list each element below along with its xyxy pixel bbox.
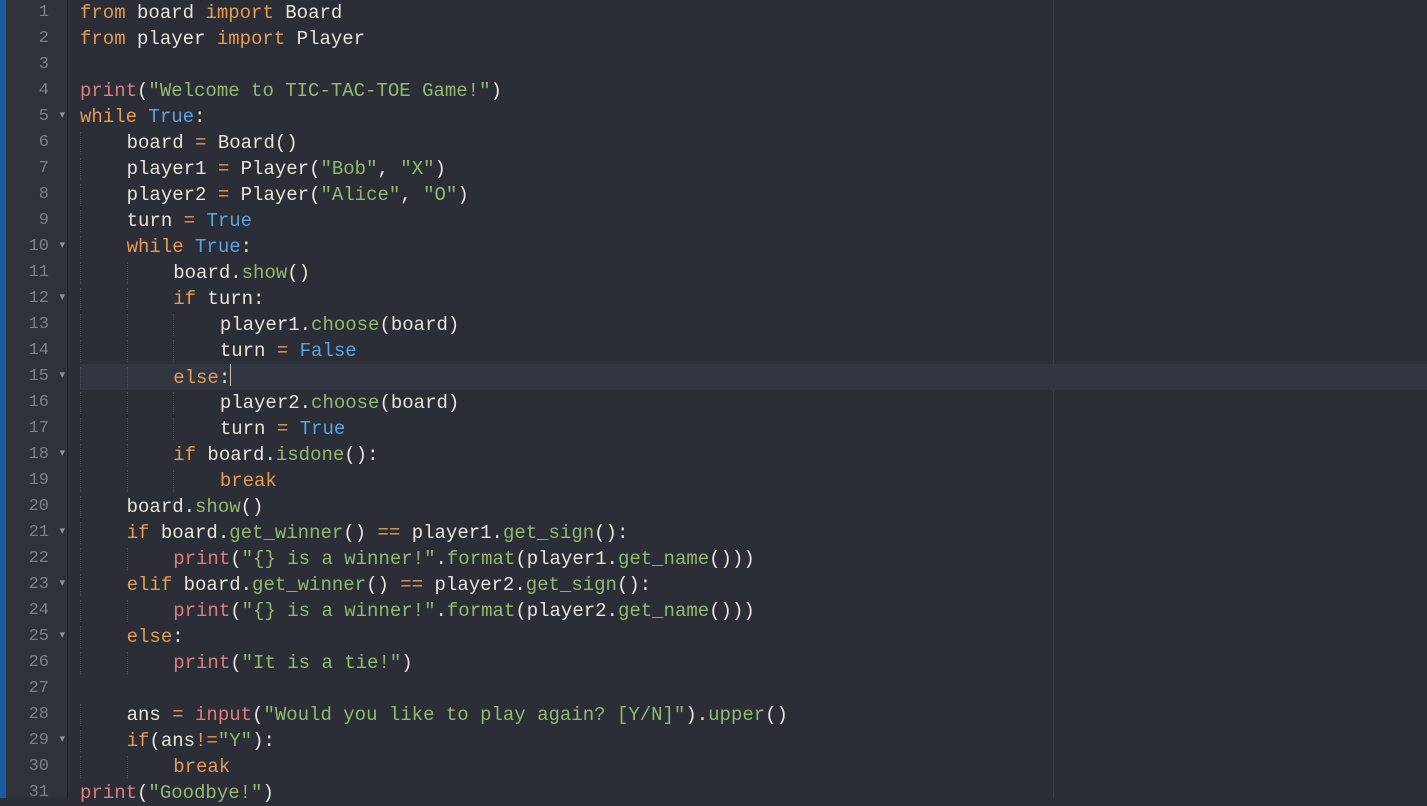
line-number[interactable]: 10▾ <box>6 234 67 260</box>
code-line[interactable]: if board.isdone(): <box>80 442 1427 468</box>
fold-chevron-icon[interactable]: ▾ <box>59 631 65 642</box>
line-number[interactable]: 22 <box>6 546 67 572</box>
line-number[interactable]: 28 <box>6 702 67 728</box>
line-number[interactable]: 11 <box>6 260 67 286</box>
code-line[interactable]: ans = input("Would you like to play agai… <box>80 702 1427 728</box>
code-line[interactable]: else: <box>80 624 1427 650</box>
line-number[interactable]: 14 <box>6 338 67 364</box>
code-line[interactable]: turn = True <box>80 416 1427 442</box>
line-number[interactable]: 24 <box>6 598 67 624</box>
line-number[interactable]: 12▾ <box>6 286 67 312</box>
code-line[interactable]: print("Goodbye!") <box>80 780 1427 806</box>
line-number[interactable]: 25▾ <box>6 624 67 650</box>
code-line[interactable]: print("{} is a winner!".format(player2.g… <box>80 598 1427 624</box>
line-number[interactable]: 6 <box>6 130 67 156</box>
line-number[interactable]: 13 <box>6 312 67 338</box>
code-line[interactable]: turn = False <box>80 338 1427 364</box>
code-line[interactable]: player1 = Player("Bob", "X") <box>80 156 1427 182</box>
code-line[interactable] <box>80 676 1427 702</box>
line-number[interactable]: 20 <box>6 494 67 520</box>
code-line[interactable]: from board import Board <box>80 0 1427 26</box>
code-line[interactable]: if turn: <box>80 286 1427 312</box>
code-line[interactable]: break <box>80 468 1427 494</box>
line-number[interactable]: 3 <box>6 52 67 78</box>
line-number[interactable]: 26 <box>6 650 67 676</box>
fold-chevron-icon[interactable]: ▾ <box>59 449 65 460</box>
line-number[interactable]: 19 <box>6 468 67 494</box>
code-line[interactable]: print("{} is a winner!".format(player1.g… <box>80 546 1427 572</box>
text-cursor <box>230 364 231 386</box>
line-number[interactable]: 7 <box>6 156 67 182</box>
code-line[interactable]: player1.choose(board) <box>80 312 1427 338</box>
code-line[interactable]: elif board.get_winner() == player2.get_s… <box>80 572 1427 598</box>
code-line[interactable]: player2.choose(board) <box>80 390 1427 416</box>
line-number[interactable]: 30 <box>6 754 67 780</box>
line-number[interactable]: 9 <box>6 208 67 234</box>
code-line[interactable]: turn = True <box>80 208 1427 234</box>
fold-chevron-icon[interactable]: ▾ <box>59 293 65 304</box>
line-number-gutter[interactable]: 12345▾678910▾1112▾131415▾161718▾192021▾2… <box>6 0 68 798</box>
fold-chevron-icon[interactable]: ▾ <box>59 579 65 590</box>
line-number[interactable]: 2 <box>6 26 67 52</box>
code-line[interactable]: board.show() <box>80 260 1427 286</box>
line-number[interactable]: 17 <box>6 416 67 442</box>
line-number[interactable]: 21▾ <box>6 520 67 546</box>
code-line[interactable]: board.show() <box>80 494 1427 520</box>
code-line[interactable]: if board.get_winner() == player1.get_sig… <box>80 520 1427 546</box>
line-number[interactable]: 8 <box>6 182 67 208</box>
code-line[interactable]: while True: <box>80 104 1427 130</box>
code-line[interactable]: player2 = Player("Alice", "O") <box>80 182 1427 208</box>
line-number[interactable]: 29▾ <box>6 728 67 754</box>
line-number[interactable]: 1 <box>6 0 67 26</box>
code-line[interactable]: while True: <box>80 234 1427 260</box>
code-line[interactable]: board = Board() <box>80 130 1427 156</box>
code-line[interactable]: from player import Player <box>80 26 1427 52</box>
line-number[interactable]: 16 <box>6 390 67 416</box>
line-number[interactable]: 18▾ <box>6 442 67 468</box>
code-line[interactable]: break <box>80 754 1427 780</box>
line-number[interactable]: 5▾ <box>6 104 67 130</box>
code-line[interactable]: print("Welcome to TIC-TAC-TOE Game!") <box>80 78 1427 104</box>
fold-chevron-icon[interactable]: ▾ <box>59 241 65 252</box>
fold-chevron-icon[interactable]: ▾ <box>59 111 65 122</box>
fold-chevron-icon[interactable]: ▾ <box>59 527 65 538</box>
code-line[interactable] <box>80 52 1427 78</box>
line-number[interactable]: 15▾ <box>6 364 67 390</box>
code-editor[interactable]: from board import Boardfrom player impor… <box>68 0 1427 798</box>
code-line[interactable]: if(ans!="Y"): <box>80 728 1427 754</box>
line-number[interactable]: 23▾ <box>6 572 67 598</box>
fold-chevron-icon[interactable]: ▾ <box>59 735 65 746</box>
line-number[interactable]: 31 <box>6 780 67 806</box>
fold-chevron-icon[interactable]: ▾ <box>59 371 65 382</box>
code-line[interactable]: else: <box>80 364 1427 390</box>
code-line[interactable]: print("It is a tie!") <box>80 650 1427 676</box>
line-number[interactable]: 27 <box>6 676 67 702</box>
line-number[interactable]: 4 <box>6 78 67 104</box>
